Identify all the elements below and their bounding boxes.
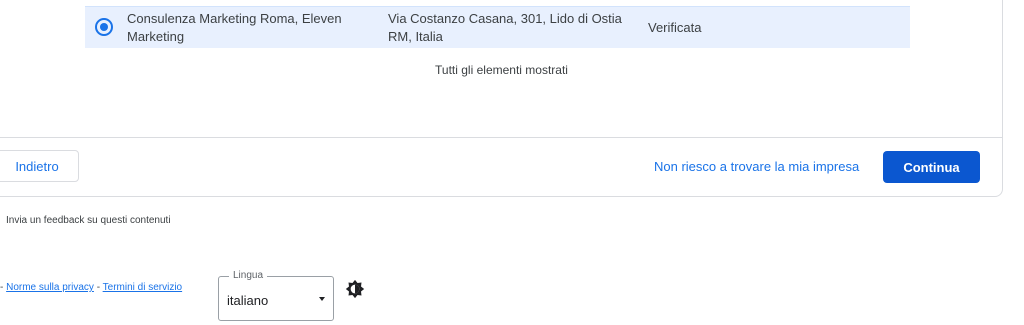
business-address: Via Costanzo Casana, 301, Lido di Ostia … — [388, 11, 622, 44]
language-select[interactable]: Lingua italiano — [218, 270, 334, 321]
divider — [0, 137, 1002, 138]
continue-button[interactable]: Continua — [883, 151, 980, 183]
business-name: Consulenza Marketing Roma, Eleven Market… — [127, 11, 342, 44]
radio-selected-icon[interactable] — [95, 18, 113, 36]
business-row[interactable]: Consulenza Marketing Roma, Eleven Market… — [85, 6, 910, 48]
footer-links: - Norme sulla privacy - Termini di servi… — [0, 282, 182, 293]
business-status: Verificata — [648, 20, 702, 35]
language-legend: Lingua — [229, 270, 268, 281]
business-selection-card: Consulenza Marketing Roma, Eleven Market… — [0, 0, 1003, 197]
back-button[interactable]: Indietro — [0, 150, 79, 182]
feedback-link[interactable]: Invia un feedback su questi contenuti — [6, 215, 171, 226]
cant-find-business-link[interactable]: Non riesco a trovare la mia impresa — [654, 159, 859, 174]
all-items-shown-text: Tutti gli elementi mostrati — [435, 63, 568, 77]
radio-dot — [100, 23, 108, 31]
privacy-link[interactable]: Norme sulla privacy — [6, 282, 94, 293]
caret-down-icon — [319, 297, 325, 301]
brightness-icon[interactable] — [345, 279, 365, 299]
language-value: italiano — [227, 293, 269, 308]
footer-separator: - — [93, 282, 103, 293]
terms-link[interactable]: Termini di servizio — [103, 282, 182, 293]
